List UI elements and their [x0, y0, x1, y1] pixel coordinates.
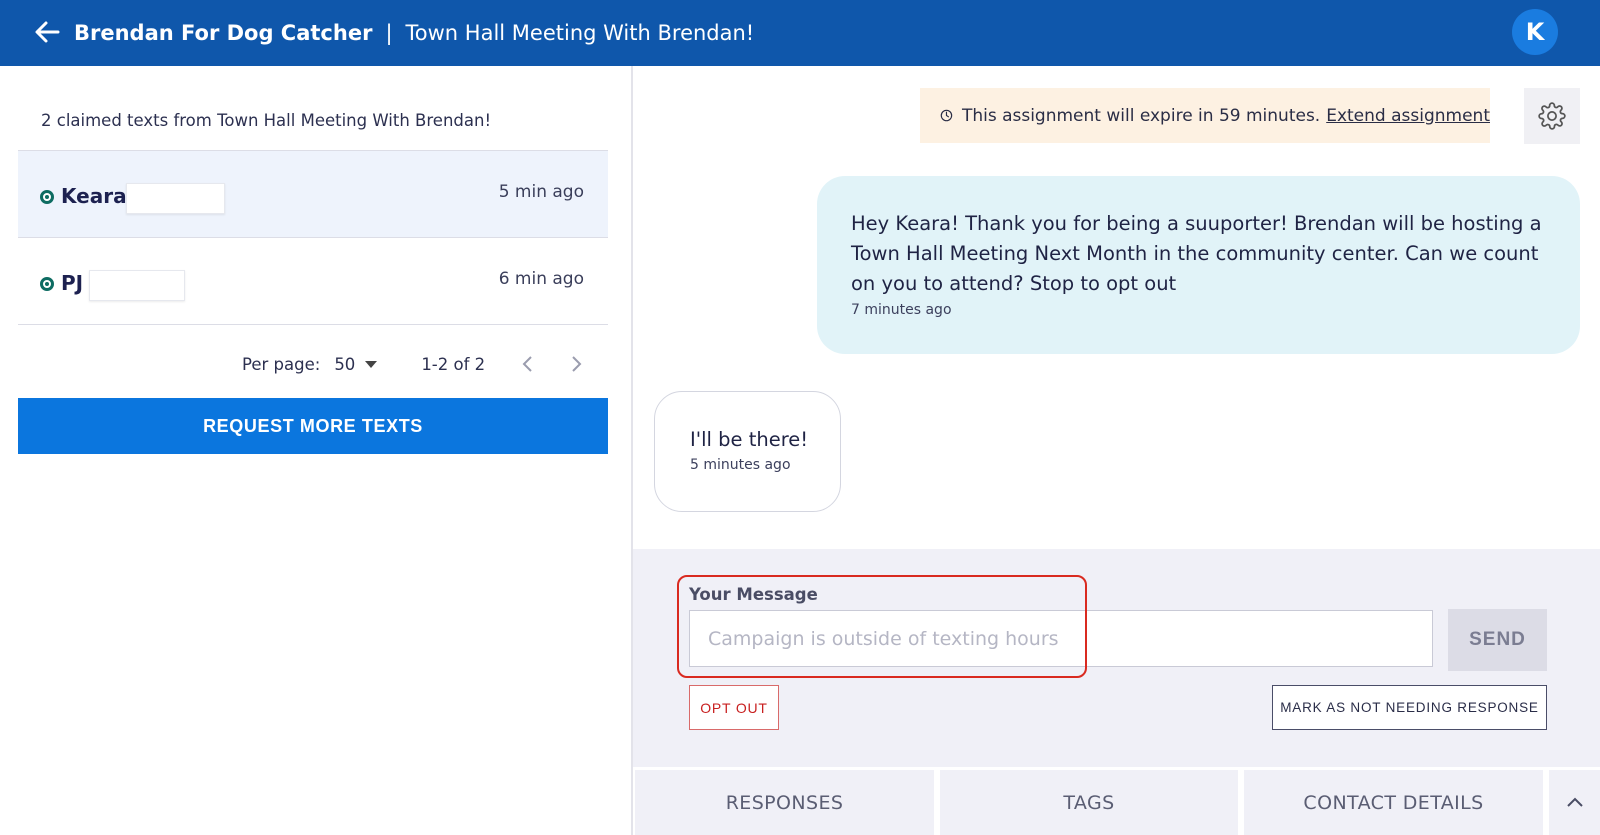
tab-tags[interactable]: TAGS: [940, 770, 1238, 835]
clock-icon: [940, 109, 953, 122]
per-page-label: Per page:: [242, 354, 321, 374]
title-separator: |: [385, 21, 393, 45]
collapse-toggle[interactable]: [1549, 770, 1600, 835]
message-input[interactable]: [689, 610, 1433, 667]
redacted-last-name: [126, 183, 225, 214]
user-avatar[interactable]: K: [1512, 9, 1558, 55]
send-button[interactable]: SEND: [1448, 609, 1547, 671]
page-range: 1-2 of 2: [421, 354, 486, 374]
message-timestamp: 5 minutes ago: [690, 457, 791, 473]
message-timestamp: 7 minutes ago: [851, 302, 952, 318]
caret-down-icon: [365, 360, 378, 368]
chevron-left-icon[interactable]: [519, 355, 537, 373]
per-page-select[interactable]: 50: [334, 354, 378, 374]
request-more-texts-button[interactable]: REQUEST MORE TEXTS: [18, 398, 608, 454]
page-title: Brendan For Dog Catcher | Town Hall Meet…: [74, 0, 754, 66]
settings-button[interactable]: [1524, 88, 1580, 144]
status-dot-icon: [40, 190, 54, 204]
opt-out-button[interactable]: OPT OUT: [689, 685, 779, 730]
bottom-tabs: RESPONSES TAGS CONTACT DETAILS: [633, 767, 1600, 835]
status-dot-icon: [40, 277, 54, 291]
list-divider: [18, 324, 608, 325]
redacted-last-name: [89, 270, 185, 301]
contact-name: PJ: [61, 271, 84, 295]
tab-responses[interactable]: RESPONSES: [635, 770, 934, 835]
per-page-value: 50: [334, 354, 356, 374]
organization-name: Brendan For Dog Catcher: [74, 21, 373, 45]
your-message-label: Your Message: [689, 585, 818, 604]
contact-time: 5 min ago: [498, 182, 584, 202]
mark-not-needing-response-button[interactable]: MARK AS NOT NEEDING RESPONSE: [1272, 685, 1547, 730]
arrow-left-icon[interactable]: [32, 17, 62, 47]
gear-icon: [1538, 102, 1566, 130]
expiry-text: This assignment will expire in 59 minute…: [961, 105, 1321, 126]
message-text: I'll be there!: [690, 428, 809, 451]
contact-time: 6 min ago: [498, 269, 584, 289]
campaign-name: Town Hall Meeting With Brendan!: [405, 21, 755, 45]
incoming-message-bubble: I'll be there! 5 minutes ago: [654, 391, 841, 512]
message-text: Hey Keara! Thank you for being a suuport…: [851, 212, 1542, 295]
top-bar: Brendan For Dog Catcher | Town Hall Meet…: [0, 0, 1600, 66]
contact-row-pj[interactable]: PJ 6 min ago: [18, 237, 608, 324]
expiry-banner: This assignment will expire in 59 minute…: [920, 88, 1490, 143]
message-composer: Your Message SEND OPT OUT MARK AS NOT NE…: [633, 549, 1600, 767]
outgoing-message-bubble: Hey Keara! Thank you for being a suuport…: [817, 176, 1580, 354]
contact-name: Keara: [61, 184, 127, 208]
chevron-up-icon: [1566, 797, 1583, 807]
chevron-right-icon[interactable]: [567, 355, 585, 373]
extend-assignment-link[interactable]: Extend assignment: [1326, 106, 1490, 126]
claimed-texts-summary: 2 claimed texts from Town Hall Meeting W…: [41, 111, 492, 130]
tab-contact-details[interactable]: CONTACT DETAILS: [1244, 770, 1543, 835]
contact-row-keara[interactable]: Keara 5 min ago: [18, 150, 608, 237]
pagination: Per page: 50 1-2 of 2: [242, 350, 585, 378]
